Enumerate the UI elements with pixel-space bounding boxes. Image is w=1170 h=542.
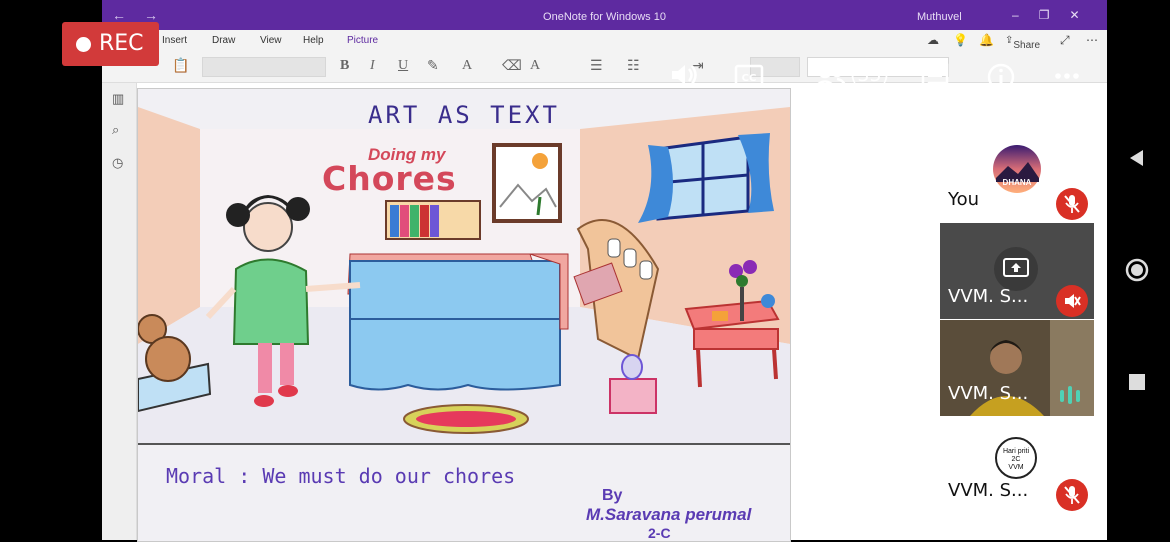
more-options-button[interactable] [1054,66,1080,102]
mic-muted-indicator [1056,285,1088,317]
present-screen-icon [1003,258,1029,277]
minimize-icon[interactable]: – [1012,8,1039,22]
avatar: Hari priti 2C VVM [995,437,1037,479]
participant-tile-you[interactable]: DHANA You [940,126,1094,222]
drawing-title: ART AS TEXT [368,101,560,129]
captions-icon: CC [734,64,764,88]
lightbulb-icon[interactable]: 💡 [953,33,968,47]
speaking-indicator-icon [1060,386,1080,404]
mic-muted-indicator [1056,188,1088,220]
participant-name: You [948,189,980,210]
back-triangle-icon[interactable] [1127,148,1147,168]
drawing-author: M.Saravana perumal [586,505,752,524]
menu-help[interactable]: Help [303,35,324,46]
avatar-text: DHANA [1002,178,1032,187]
home-circle-icon[interactable] [1124,257,1150,283]
participant-tile-2[interactable]: VVM. S... [940,223,1094,319]
android-nav-bar [1110,0,1170,540]
sync-icon[interactable]: ☁ [927,33,939,47]
participant-tile-4[interactable]: Hari priti 2C VVM VVM. S... [940,417,1094,513]
share-button[interactable]: ⇪ Share [1005,35,1040,51]
menu-draw[interactable]: Draw [212,35,235,46]
avatar-line: 2C [1011,456,1021,463]
speaker-icon [672,65,697,85]
bullets-icon[interactable]: ☰ [590,58,603,75]
search-icon[interactable]: ⌕ [112,122,119,138]
speaker-off-icon [1065,294,1081,308]
menu-picture[interactable]: Picture [347,35,378,46]
participant-name: VVM. S... [948,480,1029,501]
menu-bar: Insert Draw View Help Picture ☁ 💡 🔔 ⇪ Sh… [102,30,1107,52]
captions-button[interactable]: CC [734,63,764,99]
more-menu-icon[interactable]: ⋯ [1086,33,1098,47]
avatar-line: VVM [1008,464,1024,471]
italic-button[interactable]: I [370,58,375,74]
record-dot-icon [76,37,91,52]
left-rail: ▥ ⌕ ◷ [102,83,137,540]
styles-icon[interactable]: A [530,58,540,74]
clear-format-icon[interactable]: ⌫ [502,58,522,75]
svg-text:CC: CC [742,73,757,84]
user-name[interactable]: Muthuvel [917,11,962,23]
underline-button[interactable]: U [398,58,408,74]
avatar-line: Hari priti [1002,448,1030,455]
participant-count[interactable]: (35) [850,64,889,86]
mic-off-icon [1064,195,1080,213]
drawing-image[interactable]: ART AS TEXT Doing my Chores Moral : We m… [137,88,791,542]
mic-muted-indicator [1056,479,1088,511]
drawing-class: 2-C [648,525,671,541]
font-name-box[interactable] [202,57,326,77]
presenting-indicator [994,247,1038,291]
people-button[interactable] [812,63,848,99]
recording-badge: REC [62,22,159,66]
close-icon[interactable]: ✕ [1069,8,1099,22]
info-icon [987,63,1015,91]
participant-tile-3[interactable]: VVM. S... [940,320,1094,416]
participant-name: VVM. S... [948,383,1029,404]
menu-insert[interactable]: Insert [162,35,187,46]
speaker-button[interactable] [668,60,698,96]
notebooks-icon[interactable]: ▥ [112,91,124,107]
clipboard-icon[interactable]: 📋 [172,58,189,75]
menu-view[interactable]: View [260,35,282,46]
recents-square-icon[interactable] [1128,373,1146,391]
expand-icon[interactable]: ⤢ [1060,33,1070,48]
rec-label: REC [99,31,144,56]
share-label: Share [1013,40,1041,51]
mic-off-icon [1064,486,1080,504]
drawing-moral: Moral : We must do our chores [166,464,516,488]
restore-icon[interactable]: ❐ [1039,8,1070,22]
participant-name: VVM. S... [948,286,1029,307]
drawing-by: By [602,487,623,504]
numbering-icon[interactable]: ☷ [627,58,640,75]
drawing-subtitle-large: Chores [322,159,457,198]
info-button[interactable] [986,62,1016,98]
bell-icon[interactable]: 🔔 [979,33,994,47]
font-color-icon[interactable]: A [462,58,472,74]
highlight-icon[interactable]: ✎ [427,58,439,75]
chat-button[interactable] [920,62,950,98]
window-controls[interactable]: –❐✕ [1012,8,1100,22]
recent-icon[interactable]: ◷ [112,155,123,171]
toolbar: 📋 B I U ✎ A ⌫ A ☰ ☷ ⇥ [102,52,1107,83]
chat-icon [921,63,949,92]
bold-button[interactable]: B [340,58,349,74]
title-bar: ←→ OneNote for Windows 10 Muthuvel –❐✕ [102,0,1107,30]
people-icon [813,63,848,89]
more-icon [1055,73,1079,79]
